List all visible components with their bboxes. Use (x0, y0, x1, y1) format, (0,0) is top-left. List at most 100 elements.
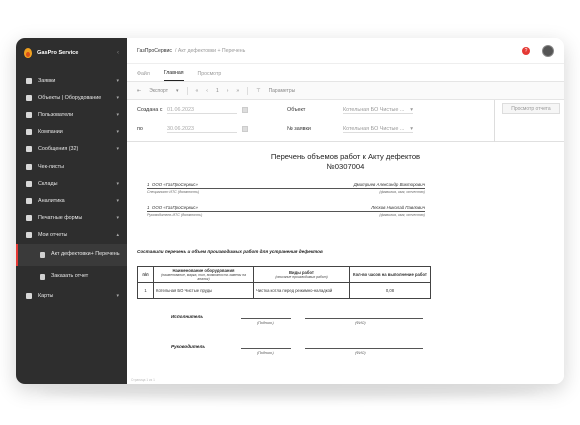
checklist-icon (26, 163, 32, 170)
sidebar-item-label: Аналитика (38, 197, 65, 204)
request-select[interactable]: Котельная БО Чистые ... ▾ (343, 126, 413, 133)
signature-name: Дмитриев Александр Викторович (353, 182, 425, 187)
chevron-down-icon: ▾ (116, 94, 119, 101)
signature-number: 1 (147, 205, 150, 210)
frame-shadow (40, 384, 540, 400)
col-header-equipment: Наименование оборудования (наименование, … (153, 266, 254, 283)
chevron-up-icon: ▴ (116, 232, 119, 239)
document-number: №0307004 (326, 162, 365, 172)
to-row: по 30.06.2023 (137, 121, 248, 137)
signature-org: ООО «ГазПроСервис» (151, 182, 198, 187)
last-page-icon[interactable]: » (236, 88, 239, 94)
chat-icon (26, 146, 32, 153)
export-icon[interactable]: ⇤ (137, 88, 141, 94)
created-from-checkbox[interactable] (242, 107, 248, 113)
chevron-down-icon: ▾ (116, 77, 119, 84)
sidebar-item-6[interactable]: Склады ▾ (16, 175, 127, 192)
document-icon (40, 273, 45, 280)
first-page-icon[interactable]: « (196, 88, 199, 94)
chevron-down-icon: ▾ (116, 197, 119, 204)
sidebar-item-label: Сообщения (32) (38, 146, 79, 153)
manager-fio-caption: (ФИО) (355, 351, 366, 355)
breadcrumb-root[interactable]: ГазПроСервис (137, 48, 172, 54)
report-document: Перечень объемов работ к Акту дефектов №… (127, 142, 564, 384)
executor-sign-caption: (Подпись) (257, 321, 274, 325)
sidebar-item-maps[interactable]: Карты ▾ (16, 288, 127, 305)
export-dropdown-icon[interactable]: ▾ (176, 88, 179, 94)
sidebar-item-3[interactable]: Компании ▾ (16, 124, 127, 141)
signature-position-caption: Руководитель ИТС (должность) (147, 213, 203, 217)
sidebar-item-label: Объекты | Оборудование (38, 94, 102, 101)
chevron-down-icon: ▾ (410, 106, 413, 113)
cell-num: 1 (137, 282, 154, 299)
collapse-sidebar-icon[interactable]: ‹ (117, 50, 127, 56)
sidebar-item-label: Карты (38, 293, 54, 300)
report-toolbar: ⇤ Экспорт ▾ « ‹ 1 › » ⊤ Параметры (127, 82, 564, 100)
to-checkbox[interactable] (242, 126, 248, 132)
sidebar-subitem-label: Заказать отчет (51, 273, 89, 280)
avatar[interactable] (542, 44, 554, 57)
sidebar-subitem-1[interactable]: Заказать отчет (16, 266, 127, 288)
manager-label: Руководитель (171, 344, 206, 349)
signature-position-caption: Специалист ИТС (должность) (147, 190, 200, 194)
briefcase-icon (26, 129, 32, 136)
cell-equipment: Котельная БО Чистые пруды (153, 282, 254, 299)
signature-line-1: 1 ООО «ГазПроСервис» Дмитриев Александр В… (147, 182, 425, 194)
chevron-down-icon: ▾ (116, 180, 119, 187)
chevron-down-icon: ▾ (116, 146, 119, 153)
filters-divider (494, 100, 495, 142)
warehouse-icon (26, 180, 32, 187)
object-select[interactable]: Котельная БО Чистые ... ▾ (343, 107, 413, 114)
signature-name: Лесков Николай Павлович (371, 205, 425, 210)
sidebar-item-label: Пользователи (38, 111, 74, 118)
tab-1[interactable]: Главная (163, 70, 184, 81)
app-window: GasPro Service ‹ Заявки ▾ Объекты | Оборуд… (16, 38, 564, 384)
sidebar-item-label: Компании (38, 129, 63, 136)
executor-label: Исполнитель (171, 314, 204, 319)
to-input[interactable]: 30.06.2023 (167, 126, 237, 133)
sidebar-item-5[interactable]: Чек-листы (16, 158, 127, 175)
help-icon[interactable]: ? (522, 46, 530, 55)
sidebar-nav: Заявки ▾ Объекты | Оборудование ▾ Пользовате… (16, 72, 127, 305)
page-footer-note: Страница 1 из 1 (131, 378, 155, 382)
sidebar-item-label: Чек-листы (38, 163, 64, 170)
parameters-button[interactable]: Параметры (269, 88, 296, 94)
sidebar-item-label: Мои отчеты (38, 232, 68, 239)
sidebar-subitem-0[interactable]: Акт дефектовки+ Перечень (16, 243, 127, 266)
export-button[interactable]: Экспорт (149, 88, 168, 94)
sidebar-item-8[interactable]: Печатные формы ▾ (16, 210, 127, 227)
ribbon-tabs: Файл Главная Просмотр (127, 64, 564, 82)
sidebar-item-7[interactable]: Аналитика ▾ (16, 192, 127, 209)
request-label: № заявки (287, 126, 311, 132)
prev-page-icon[interactable]: ‹ (206, 88, 208, 94)
signature-number: 1 (147, 182, 150, 187)
sidebar-item-0[interactable]: Заявки ▾ (16, 72, 127, 89)
tab-0[interactable]: Файл (137, 71, 150, 81)
sidebar: GasPro Service ‹ Заявки ▾ Объекты | Оборуд… (16, 38, 127, 384)
cell-hours: 0,08 (349, 282, 431, 299)
topbar: ГазПроСервис / Акт дефектовки + Перечень… (127, 38, 564, 64)
sidebar-item-4[interactable]: Сообщения (32) ▾ (16, 141, 127, 158)
users-icon (26, 111, 32, 118)
sidebar-subitem-label: Акт дефектовки+ Перечень (51, 251, 120, 258)
sidebar-item-2[interactable]: Пользователи ▾ (16, 106, 127, 123)
sidebar-item-9[interactable]: Мои отчеты ▴ (16, 227, 127, 244)
page-number-input[interactable]: 1 (216, 88, 219, 94)
executor-signature-line (241, 318, 291, 319)
preview-report-button[interactable]: Просмотр отчета (502, 103, 560, 114)
sidebar-item-1[interactable]: Объекты | Оборудование ▾ (16, 89, 127, 106)
section-title: Составили перечень и объем производимых … (137, 249, 323, 254)
main-area: ГазПроСервис / Акт дефектовки + Перечень… (127, 38, 564, 384)
filter-icon[interactable]: ⊤ (256, 88, 260, 94)
col-header-work: Виды работ (описание производимых работ) (253, 266, 350, 283)
created-from-input[interactable]: 01.06.2023 (167, 107, 237, 114)
next-page-icon[interactable]: › (227, 88, 229, 94)
signature-org: ООО «ГазПроСервис» (151, 205, 198, 210)
sidebar-item-label: Печатные формы (38, 215, 83, 222)
print-icon (26, 215, 32, 222)
works-table: п/п Наименование оборудования (наименован… (137, 266, 431, 299)
object-label: Объект (287, 107, 306, 113)
chevron-down-icon: ▾ (116, 111, 119, 118)
tab-2[interactable]: Просмотр (198, 71, 222, 81)
executor-fio-caption: (ФИО) (355, 321, 366, 325)
